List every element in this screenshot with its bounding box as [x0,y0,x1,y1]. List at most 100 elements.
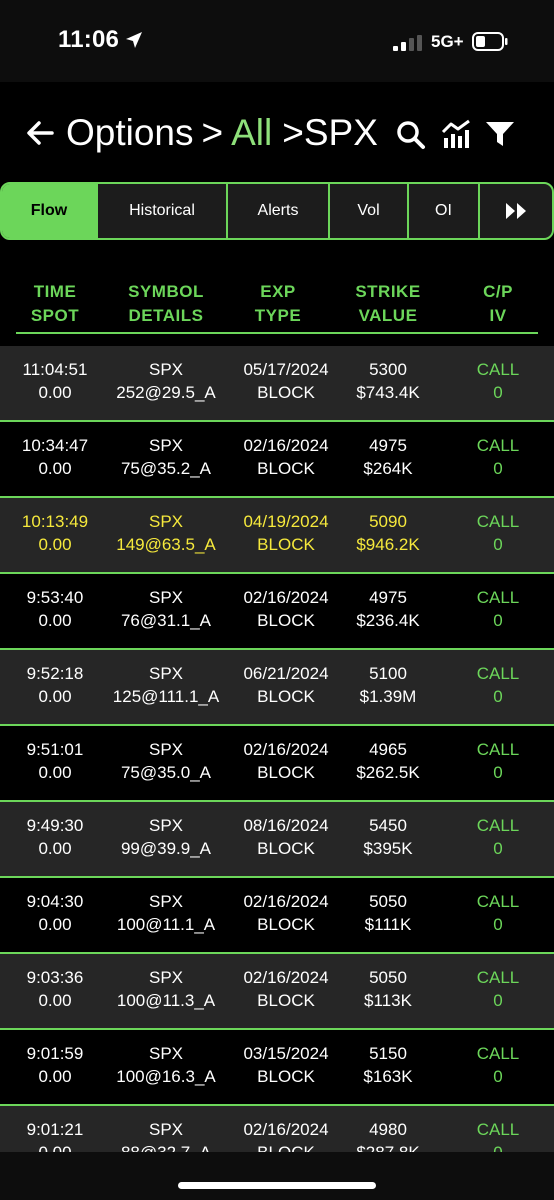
cell-time-spot: 9:01:59 0.00 [26,1044,84,1086]
cell-time-spot: 9:04:30 0.00 [26,892,84,934]
battery-icon [472,32,508,51]
cell-symbol-details: SPX 100@11.1_A [116,892,216,934]
tab-vol[interactable]: Vol [330,184,409,238]
cell-time-spot: 9:03:36 0.00 [26,968,84,1010]
cell-strike-value: 5150 $163K [363,1044,413,1086]
table-row[interactable]: 9:03:36 0.00 SPX 100@11.3_A 02/16/2024 BLOC… [0,954,554,1030]
arrow-left-icon[interactable] [26,120,54,146]
cell-exp-type: 02/16/2024BLOCK [243,1120,329,1152]
col-label: SPOT [30,306,80,325]
status-bar: 11:06 5G+ [0,0,554,82]
filter-icon[interactable] [484,120,516,148]
cell-exp-type: 02/16/2024BLOCK [243,740,329,782]
cell-exp-type: 03/15/2024 BLOCK [243,1044,329,1086]
cell-strike-value: 5050 $111K [364,892,412,934]
cell-cp-iv: CALL0 [476,740,520,782]
cell-time-spot: 9:53:40 0.00 [26,588,84,630]
cell-time-spot: 10:34:47 0.00 [21,436,89,478]
cell-exp-type: 08/16/2024 BLOCK [243,816,329,858]
tab-flow[interactable]: Flow [2,184,98,238]
header: Options > All >SPX [0,82,554,182]
cell-cp-iv: CALL0 [476,1120,520,1152]
cell-time-spot: 10:13:49 0.00 [21,512,89,554]
cell-time-spot: 11:04:51 0.00 [22,360,88,402]
table-row[interactable]: 9:04:30 0.00 SPX 100@11.1_A 02/16/2024 BLOC… [0,878,554,954]
cell-strike-value: 5450 $395K [363,816,413,858]
cell-strike-value: 5100 $1.39M [359,664,417,706]
cell-cp-iv: CALL0 [476,588,520,630]
table-row[interactable]: 9:49:30 0.00 SPX 99@39.9_A 08/16/2024 BLOCK… [0,802,554,878]
location-arrow-icon [126,32,142,48]
table-header: TIME SPOT SYMBOL DETAILS EXP TYPE STRIKE… [16,280,538,334]
title-options: Options [66,112,194,153]
col-time-spot[interactable]: TIME SPOT [0,280,110,328]
cell-strike-value: 4975 $264K [363,436,413,478]
cell-time-spot: 9:52:18 0.00 [26,664,84,706]
cell-strike-value: 4980$287.8K [356,1120,419,1152]
cell-time-spot: 9:51:01 0.00 [26,740,84,782]
signal-icon [393,35,422,51]
cell-cp-iv: CALL0 [476,512,520,554]
tab-more[interactable] [480,184,552,238]
cell-symbol-details: SPX 125@111.1_A [112,664,220,706]
col-label: DETAILS [128,306,204,325]
cell-cp-iv: CALL0 [476,968,520,1010]
col-label: TIME [33,282,77,301]
tab-alerts[interactable]: Alerts [228,184,330,238]
col-cp-iv[interactable]: C/P IV [444,280,552,328]
cell-strike-value: 4975 $236.4K [356,588,420,630]
cell-cp-iv: CALL0 [476,360,520,402]
cell-time-spot: 9:01:210.00 [26,1120,84,1152]
home-indicator[interactable] [178,1182,376,1189]
cell-symbol-details: SPX 76@31.1_A [120,588,212,630]
fast-forward-icon [506,203,526,219]
cell-strike-value: 5050 $113K [364,968,412,1010]
table-row[interactable]: 9:01:59 0.00 SPX 100@16.3_A 03/15/2024 BLOC… [0,1030,554,1106]
col-exp-type[interactable]: EXP TYPE [226,280,330,328]
cell-strike-value: 5300 $743.4K [356,360,420,402]
col-symbol-details[interactable]: SYMBOL DETAILS [104,280,228,328]
cell-exp-type: 05/17/2024 BLOCK [243,360,329,402]
table-row[interactable]: 11:04:51 0.00 SPX 252@29.5_A 05/17/2024 BLO… [0,346,554,422]
symbol-spx[interactable]: >SPX [282,110,378,156]
status-time: 11:06 [58,26,120,53]
cell-cp-iv: CALL0 [476,816,520,858]
cell-time-spot: 9:49:30 0.00 [26,816,84,858]
cell-cp-iv: CALL0 [476,664,520,706]
search-icon[interactable] [396,120,426,150]
cell-exp-type: 04/19/2024 BLOCK [243,512,329,554]
col-label: EXP [260,282,296,301]
cell-symbol-details: SPX 252@29.5_A [116,360,216,402]
cell-symbol-details: SPX 75@35.0_A [120,740,212,782]
tab-bar: Flow Historical Alerts Vol OI [0,182,554,240]
table-row[interactable]: 9:52:18 0.00 SPX 125@111.1_A 06/21/2024 BLO… [0,650,554,726]
cell-symbol-details: SPX88@32.7_A [121,1120,211,1152]
col-strike-value[interactable]: STRIKE VALUE [336,280,440,328]
col-label: IV [489,306,507,325]
cell-symbol-details: SPX 100@11.3_A [116,968,216,1010]
cell-cp-iv: CALL0 [476,436,520,478]
cell-strike-value: 5090 $946.2K [356,512,420,554]
cell-exp-type: 02/16/2024BLOCK [243,588,329,630]
col-label: C/P [483,282,513,301]
cell-symbol-details: SPX 75@35.2_A [120,436,212,478]
cell-strike-value: 4965 $262.5K [356,740,420,782]
cell-cp-iv: CALL0 [476,892,520,934]
cell-cp-iv: CALL0 [476,1044,520,1086]
table-row[interactable]: 9:51:01 0.00 SPX 75@35.0_A 02/16/2024 BLOCK… [0,726,554,802]
cell-symbol-details: SPX 99@39.9_A [120,816,212,858]
col-label: STRIKE [355,282,421,301]
table-row-highlighted[interactable]: 10:13:49 0.00 SPX 149@63.5_A 04/19/2024 BLO… [0,498,554,574]
table-row[interactable]: 10:34:47 0.00 SPX 75@35.2_A 02/16/2024 BLOC… [0,422,554,498]
tab-historical[interactable]: Historical [98,184,228,238]
chart-icon[interactable] [440,118,472,150]
tab-oi[interactable]: OI [409,184,480,238]
cell-symbol-details: SPX 100@16.3_A [116,1044,216,1086]
title-separator: > [201,112,224,153]
cell-exp-type: 02/16/2024BLOCK [243,436,329,478]
col-label: VALUE [358,306,418,325]
table-row[interactable]: 9:01:210.00 SPX88@32.7_A 02/16/2024BLOCK… [0,1106,554,1152]
table-row[interactable]: 9:53:40 0.00 SPX 76@31.1_A 02/16/2024 BLOCK… [0,574,554,650]
category-all[interactable]: All [231,110,272,156]
page-title: Options > All >SPX [66,110,378,156]
